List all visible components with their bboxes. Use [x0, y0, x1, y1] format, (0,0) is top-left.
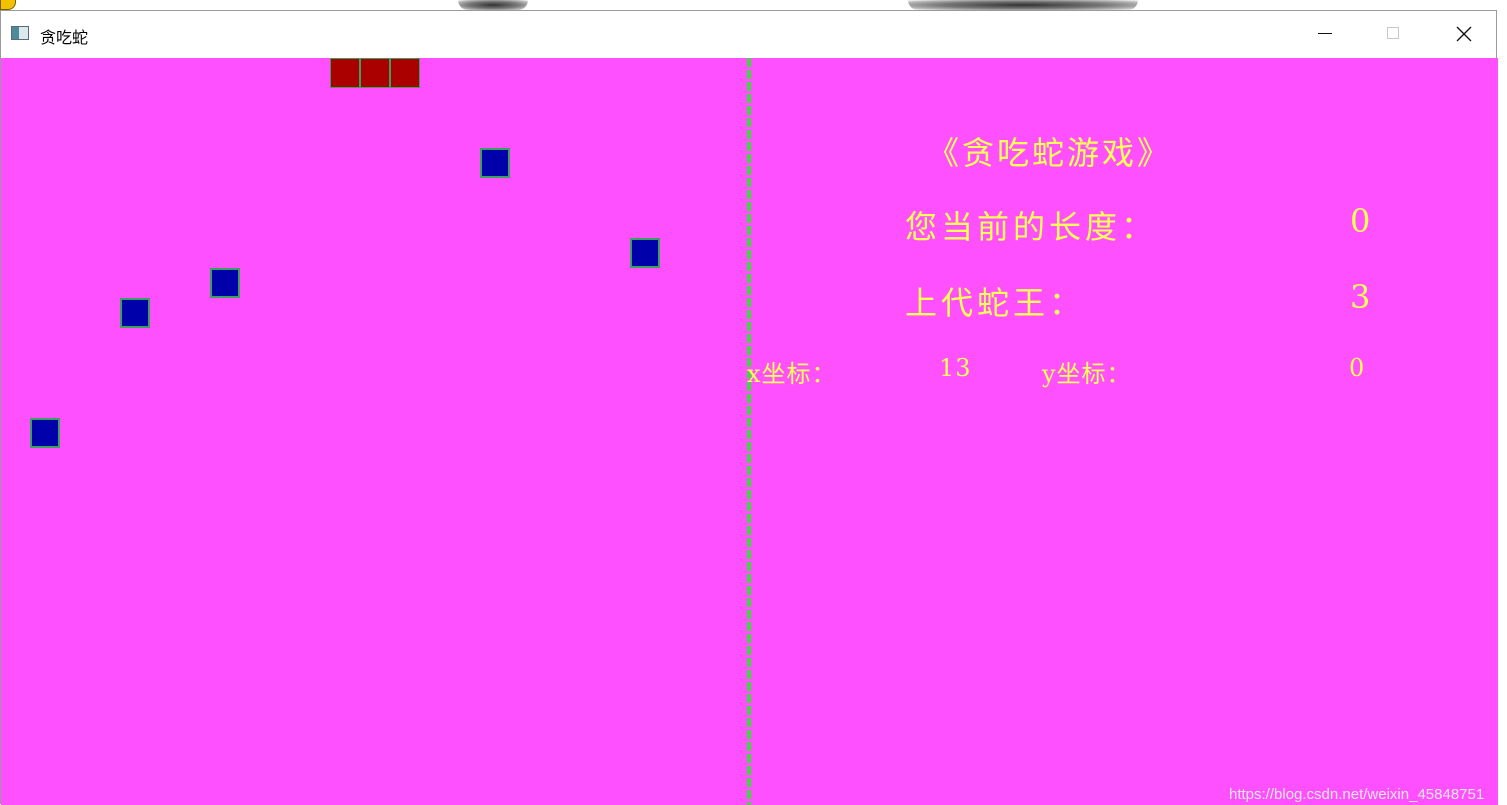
maximize-button[interactable]: [1371, 11, 1417, 57]
snake-king-label: 上代蛇王：: [905, 284, 1086, 322]
desktop-app-icon: [0, 0, 16, 10]
close-icon: [1456, 26, 1472, 42]
snake-segment: [390, 58, 420, 88]
food-block: [120, 298, 150, 328]
maximize-icon: [1387, 27, 1399, 39]
y-coordinate-value: 0: [1349, 354, 1366, 382]
window-title: 贪吃蛇: [40, 28, 89, 47]
title-bar[interactable]: 贪吃蛇: [1, 11, 1496, 57]
food-block: [210, 268, 240, 298]
snake-king-value: 3: [1350, 278, 1372, 316]
watermark-text: https://blog.csdn.net/weixin_45848751: [1229, 786, 1485, 803]
game-title: 《贪吃蛇游戏》: [927, 134, 1173, 172]
app-window-icon[interactable]: [11, 26, 29, 40]
game-canvas[interactable]: 《贪吃蛇游戏》 您当前的长度： 0 上代蛇王： 3 x坐标： 13 y坐标： 0…: [1, 58, 1498, 805]
minimize-icon: [1318, 33, 1332, 34]
snake-segment: [360, 58, 390, 88]
y-coordinate-label: y坐标：: [1042, 360, 1132, 388]
desktop-wallpaper-shape: [908, 0, 1138, 10]
game-window: 贪吃蛇 《贪吃蛇游戏》 您当前的长度： 0 上代蛇王： 3 x坐标： 13 y坐…: [0, 10, 1498, 805]
food-block: [480, 148, 510, 178]
desktop-wallpaper-shape: [458, 0, 528, 10]
minimize-button[interactable]: [1302, 11, 1348, 57]
food-block: [630, 238, 660, 268]
length-value: 0: [1350, 202, 1372, 240]
food-block: [30, 418, 60, 448]
close-button[interactable]: [1441, 11, 1487, 57]
length-label: 您当前的长度：: [905, 208, 1158, 246]
x-coordinate-label: x坐标：: [747, 360, 837, 388]
snake-segment: [330, 58, 360, 88]
x-coordinate-value: 13: [939, 354, 972, 382]
board-divider: [747, 58, 751, 805]
